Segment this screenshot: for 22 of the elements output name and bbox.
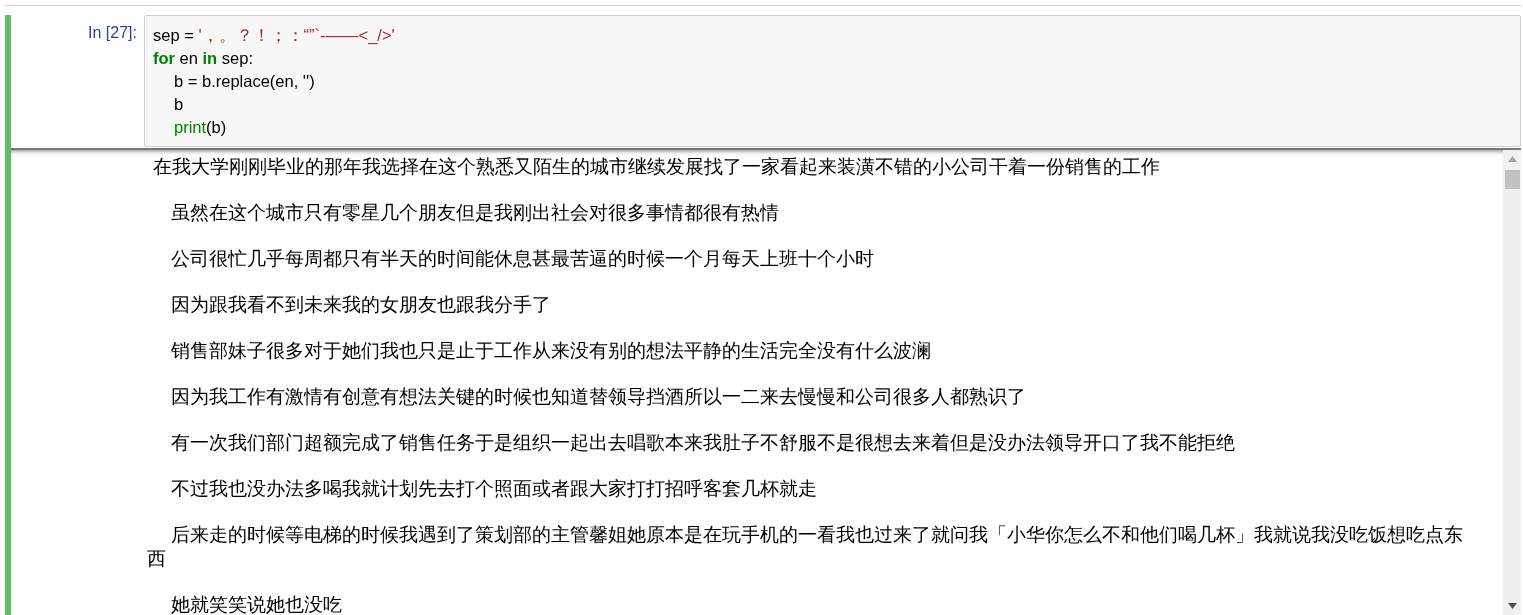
code-line: for en in sep: <box>153 48 254 69</box>
output-line: 虽然在这个城市只有零星几个朋友但是我刚出社会对很多事情都很有热情 <box>169 201 780 225</box>
notebook-cell[interactable] <box>5 15 1521 615</box>
code-line: b = b.replace(en, '') <box>173 71 316 92</box>
output-line: 因为我工作有激情有创意有想法关键的时候也知道替领导挡酒所以一二来去慢慢和公司很多人都熟识了 <box>169 385 1027 409</box>
code-line: b <box>173 94 185 115</box>
scroll-down-icon[interactable] <box>1507 603 1517 609</box>
output-line: 在我大学刚刚毕业的那年我选择在这个熟悉又陌生的城市继续发展找了一家看起来装潢不错的小公司干着一份销售的工作 <box>152 155 1161 179</box>
output-line: 不过我也没办法多喝我就计划先去打个照面或者跟大家打打招呼客套几杯就走 <box>169 477 818 501</box>
scroll-thumb[interactable] <box>1504 170 1520 189</box>
code-line: sep = '，。？！；：“”`-——<_/>' <box>153 25 396 46</box>
output-line: 销售部妹子很多对于她们我也只是止于工作从来没有别的想法平静的生活完全没有什么波澜 <box>169 339 932 363</box>
code-line: print(b) <box>173 117 228 138</box>
scrollbar[interactable] <box>1503 150 1521 615</box>
output-line: 有一次我们部门超额完成了销售任务于是组织一起出去唱歌本来我肚子不舒服不是很想去来着但是没办法领导开口了我不能拒绝 <box>169 431 1236 455</box>
input-prompt: In [27]: <box>87 23 138 43</box>
output-line: 因为跟我看不到未来我的女朋友也跟我分手了 <box>169 293 552 317</box>
output-line: 公司很忙几乎每周都只有半天的时间能休息甚最苦逼的时候一个月每天上班十个小时 <box>169 247 875 271</box>
output-line: 她就笑笑说她也没吃 <box>169 593 343 615</box>
scroll-up-icon[interactable] <box>1507 156 1517 162</box>
output-line: 后来走的时候等电梯的时候我遇到了策划部的主管馨姐她原本是在玩手机的一看我也过来了就问我「小华你怎么不和他们喝几杯」我就说我没吃饭想吃点东西 <box>147 523 1464 571</box>
code-editor[interactable]: sep = '，。？！；：“”`-——<_/>' for en in sep: b = b.replace(en, '') b print(b) <box>144 15 1521 147</box>
